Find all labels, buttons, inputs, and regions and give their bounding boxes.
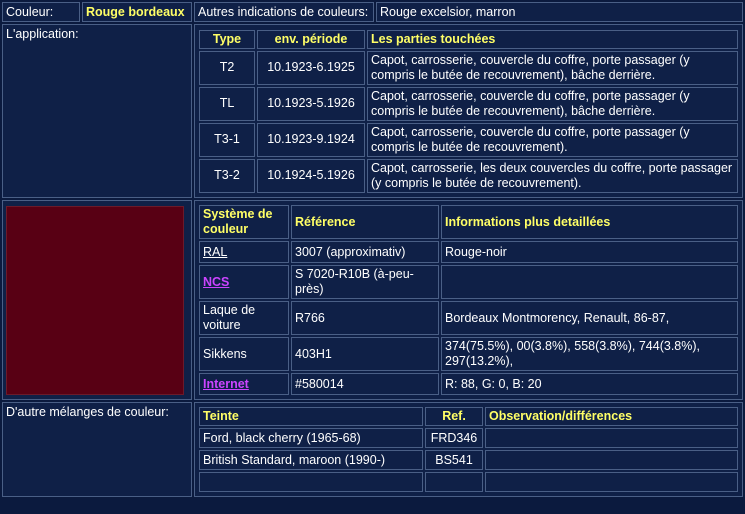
info-cell: Rouge-noir xyxy=(441,241,738,263)
reference-cell: 3007 (approximativ) xyxy=(291,241,439,263)
color-swatch xyxy=(6,205,184,395)
table-row: Laque de voiture R766 Bordeaux Montmoren… xyxy=(199,301,738,335)
application-label: L'application: xyxy=(2,24,192,198)
info-cell xyxy=(441,265,738,299)
internet-link[interactable]: Internet xyxy=(203,377,249,391)
ref-cell xyxy=(425,472,483,492)
col-periode: env. période xyxy=(257,29,365,49)
observation-cell xyxy=(485,450,738,470)
application-section: L'application: Type env. période Les par… xyxy=(2,24,743,198)
reference-cell: #580014 xyxy=(291,373,439,395)
melanges-header-row: Teinte Ref. Observation/différences xyxy=(199,407,738,426)
ral-link[interactable]: RAL xyxy=(203,245,227,259)
melanges-section: D'autre mélanges de couleur: Teinte Ref.… xyxy=(2,402,743,497)
couleur-label: Couleur: xyxy=(2,2,80,22)
observation-cell xyxy=(485,472,738,492)
parties-cell: Capot, carrosserie, couvercle du coffre,… xyxy=(367,50,738,85)
system-cell: Laque de voiture xyxy=(199,301,289,335)
info-cell: 374(75.5%), 00(3.8%), 558(3.8%), 744(3.8… xyxy=(441,337,738,371)
systems-section: Système de couleur Référence Information… xyxy=(2,200,743,400)
ref-cell: BS541 xyxy=(425,450,483,470)
type-cell: T2 xyxy=(199,50,255,85)
table-row: Internet #580014 R: 88, G: 0, B: 20 xyxy=(199,373,738,395)
melanges-label: D'autre mélanges de couleur: xyxy=(2,402,192,497)
col-ref: Ref. xyxy=(425,407,483,426)
table-row xyxy=(199,472,738,492)
autres-value: Rouge excelsior, marron xyxy=(376,2,743,22)
systems-header-row: Système de couleur Référence Information… xyxy=(199,205,738,239)
autres-label: Autres indications de couleurs: xyxy=(194,2,374,22)
col-observation: Observation/différences xyxy=(485,407,738,426)
melanges-table: Teinte Ref. Observation/différences Ford… xyxy=(197,405,740,494)
col-systeme: Système de couleur xyxy=(199,205,289,239)
systems-table: Système de couleur Référence Information… xyxy=(197,203,740,397)
application-table: Type env. période Les parties touchées T… xyxy=(197,28,740,195)
periode-cell: 10.1923-5.1926 xyxy=(257,86,365,121)
table-row: T3-1 10.1923-9.1924 Capot, carrosserie, … xyxy=(199,122,738,157)
teinte-cell xyxy=(199,472,423,492)
periode-cell: 10.1923-6.1925 xyxy=(257,50,365,85)
color-sheet: Couleur: Rouge bordeaux Autres indicatio… xyxy=(0,0,745,499)
parties-cell: Capot, carrosserie, couvercle du coffre,… xyxy=(367,86,738,121)
observation-cell xyxy=(485,428,738,448)
col-teinte: Teinte xyxy=(199,407,423,426)
parties-cell: Capot, carrosserie, couvercle du coffre,… xyxy=(367,122,738,157)
col-reference: Référence xyxy=(291,205,439,239)
header-row: Couleur: Rouge bordeaux Autres indicatio… xyxy=(2,2,743,22)
reference-cell: S 7020-R10B (à-peu-près) xyxy=(291,265,439,299)
col-parties: Les parties touchées xyxy=(367,29,738,49)
reference-cell: R766 xyxy=(291,301,439,335)
info-cell: Bordeaux Montmorency, Renault, 86-87, xyxy=(441,301,738,335)
reference-cell: 403H1 xyxy=(291,337,439,371)
teinte-cell: Ford, black cherry (1965-68) xyxy=(199,428,423,448)
table-row: Ford, black cherry (1965-68) FRD346 xyxy=(199,428,738,448)
table-row: NCS S 7020-R10B (à-peu-près) xyxy=(199,265,738,299)
info-cell: R: 88, G: 0, B: 20 xyxy=(441,373,738,395)
table-row: Sikkens 403H1 374(75.5%), 00(3.8%), 558(… xyxy=(199,337,738,371)
type-cell: T3-2 xyxy=(199,158,255,193)
system-cell: Sikkens xyxy=(199,337,289,371)
parties-cell: Capot, carrosserie, les deux couvercles … xyxy=(367,158,738,193)
ncs-link[interactable]: NCS xyxy=(203,275,229,289)
teinte-cell: British Standard, maroon (1990-) xyxy=(199,450,423,470)
col-type: Type xyxy=(199,29,255,49)
table-row: T2 10.1923-6.1925 Capot, carrosserie, co… xyxy=(199,50,738,85)
type-cell: T3-1 xyxy=(199,122,255,157)
col-informations: Informations plus detaillées xyxy=(441,205,738,239)
table-row: T3-2 10.1924-5.1926 Capot, carrosserie, … xyxy=(199,158,738,193)
type-cell: TL xyxy=(199,86,255,121)
ref-cell: FRD346 xyxy=(425,428,483,448)
periode-cell: 10.1923-9.1924 xyxy=(257,122,365,157)
application-header-row: Type env. période Les parties touchées xyxy=(199,29,738,49)
table-row: TL 10.1923-5.1926 Capot, carrosserie, co… xyxy=(199,86,738,121)
table-row: RAL 3007 (approximativ) Rouge-noir xyxy=(199,241,738,263)
periode-cell: 10.1924-5.1926 xyxy=(257,158,365,193)
table-row: British Standard, maroon (1990-) BS541 xyxy=(199,450,738,470)
couleur-value: Rouge bordeaux xyxy=(82,2,192,22)
